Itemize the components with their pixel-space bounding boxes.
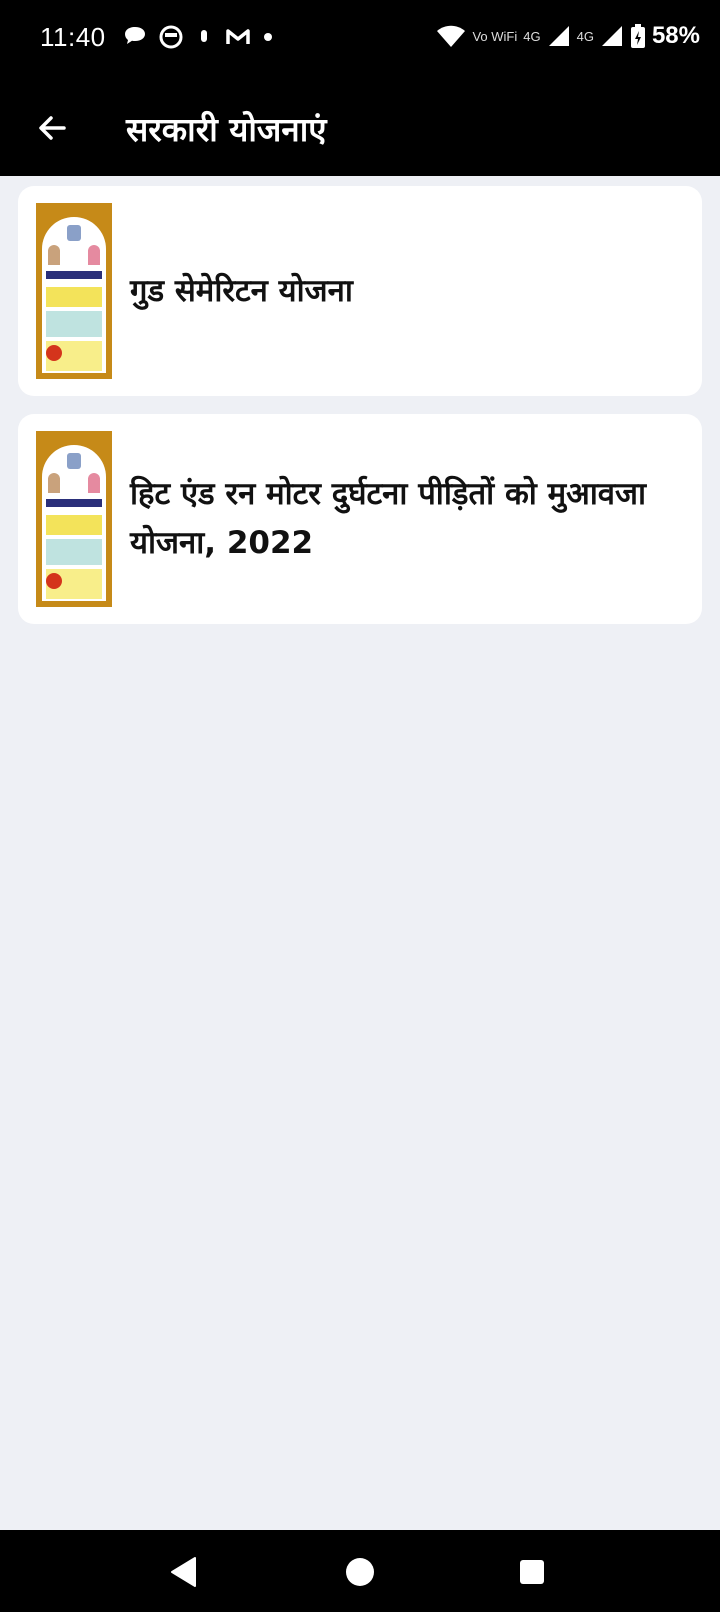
- scheme-card[interactable]: गुड सेमेरिटन योजना: [18, 186, 702, 396]
- vowifi-label: Vo WiFi: [472, 28, 518, 44]
- wifi-icon: [437, 25, 466, 47]
- system-nav-bar: [0, 1530, 720, 1612]
- signal-icon-2: [601, 26, 622, 46]
- face-icon: [159, 25, 183, 49]
- network-type-label: 4G: [523, 28, 541, 44]
- back-triangle-icon: [171, 1557, 196, 1587]
- scheme-card[interactable]: हिट एंड रन मोटर दुर्घटना पीड़ितों को मुआ…: [18, 414, 702, 624]
- notification-icons: [122, 24, 274, 50]
- signal-icon: [548, 26, 569, 46]
- scheme-title: हिट एंड रन मोटर दुर्घटना पीड़ितों को मुआ…: [130, 476, 647, 561]
- page-title: सरकारी योजनाएं: [126, 110, 327, 149]
- gmail-icon: [226, 29, 250, 44]
- chat-bubble-icon: [125, 27, 145, 44]
- battery-charging-icon: [630, 24, 645, 48]
- scheme-title: गुड सेमेरिटन योजना: [130, 272, 353, 309]
- scheme-list: गुड सेमेरिटन योजना हिट एंड रन मोटर दुर्घ…: [18, 186, 702, 642]
- recents-square-icon: [520, 1560, 544, 1584]
- battery-percent: 58%: [651, 22, 700, 49]
- nav-recents-button[interactable]: [512, 1552, 552, 1592]
- mic-icon: [201, 30, 207, 42]
- home-circle-icon: [346, 1558, 374, 1586]
- dot-icon: [264, 33, 272, 41]
- scheme-thumbnail: [36, 431, 112, 607]
- status-bar: 11:40 Vo WiFi 4G 4G 58%: [0, 0, 720, 80]
- app-bar: सरकारी योजनाएं: [0, 80, 720, 176]
- nav-back-button[interactable]: [164, 1552, 204, 1592]
- back-button[interactable]: [24, 100, 80, 156]
- arrow-left-icon: [39, 116, 66, 140]
- status-right: Vo WiFi 4G 4G 58%: [436, 22, 700, 50]
- scheme-thumbnail: [36, 203, 112, 379]
- network-type-label-2: 4G: [576, 28, 594, 44]
- nav-home-button[interactable]: [340, 1552, 380, 1592]
- status-time: 11:40: [40, 22, 106, 52]
